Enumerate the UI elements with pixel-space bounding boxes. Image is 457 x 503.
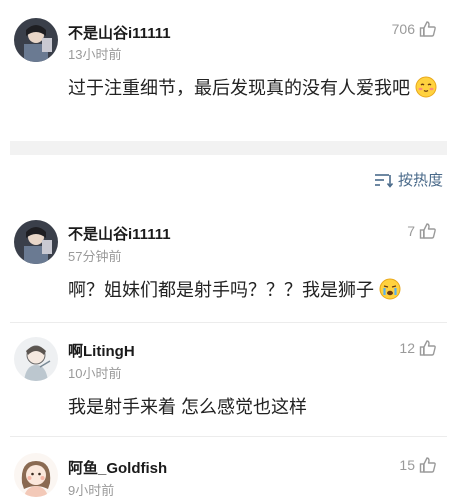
- thumbs-up-icon: [419, 223, 436, 239]
- comment-username[interactable]: 不是山谷i11111: [68, 22, 171, 43]
- comment-time: 57分钟前: [68, 249, 122, 264]
- comment-username[interactable]: 啊LitingH: [68, 340, 135, 361]
- crying-emoji: [379, 278, 401, 300]
- avatar[interactable]: [14, 220, 58, 264]
- comment-divider: [10, 436, 447, 437]
- sort-label: 按热度: [397, 172, 443, 189]
- avatar[interactable]: [14, 18, 58, 62]
- comment-time: 13小时前: [68, 47, 122, 62]
- sort-toggle[interactable]: 按热度: [374, 169, 443, 190]
- comment-text: 啊？姐妹们都是射手吗？？？我是狮子: [68, 276, 448, 304]
- like-count: 7: [407, 223, 415, 239]
- comment-divider: [10, 322, 447, 323]
- section-divider: [10, 141, 447, 155]
- smile-emoji: [415, 76, 437, 98]
- avatar[interactable]: [14, 453, 58, 497]
- comment-time: 9小时前: [68, 483, 115, 498]
- like-count: 15: [399, 457, 415, 473]
- like-button[interactable]: 12: [399, 339, 437, 357]
- thumbs-up-icon: [419, 21, 436, 37]
- avatar[interactable]: [14, 337, 58, 381]
- comment-text: 过于注重细节，最后发现真的没有人爱我吧: [68, 74, 438, 102]
- like-count: 12: [399, 340, 415, 356]
- thumbs-up-icon: [419, 340, 436, 356]
- comment-time: 10小时前: [68, 366, 122, 381]
- thumbs-up-icon: [419, 457, 436, 473]
- like-count: 706: [391, 21, 415, 37]
- like-button[interactable]: 15: [399, 456, 437, 474]
- like-button[interactable]: 7: [407, 222, 437, 240]
- comment-username[interactable]: 不是山谷i11111: [68, 223, 171, 244]
- like-button[interactable]: 706: [392, 20, 437, 38]
- comment-username[interactable]: 阿鱼_Goldfish: [68, 457, 167, 478]
- sort-icon: [374, 173, 394, 188]
- comment-text: 我是射手来着 怎么感觉也这样: [68, 397, 307, 417]
